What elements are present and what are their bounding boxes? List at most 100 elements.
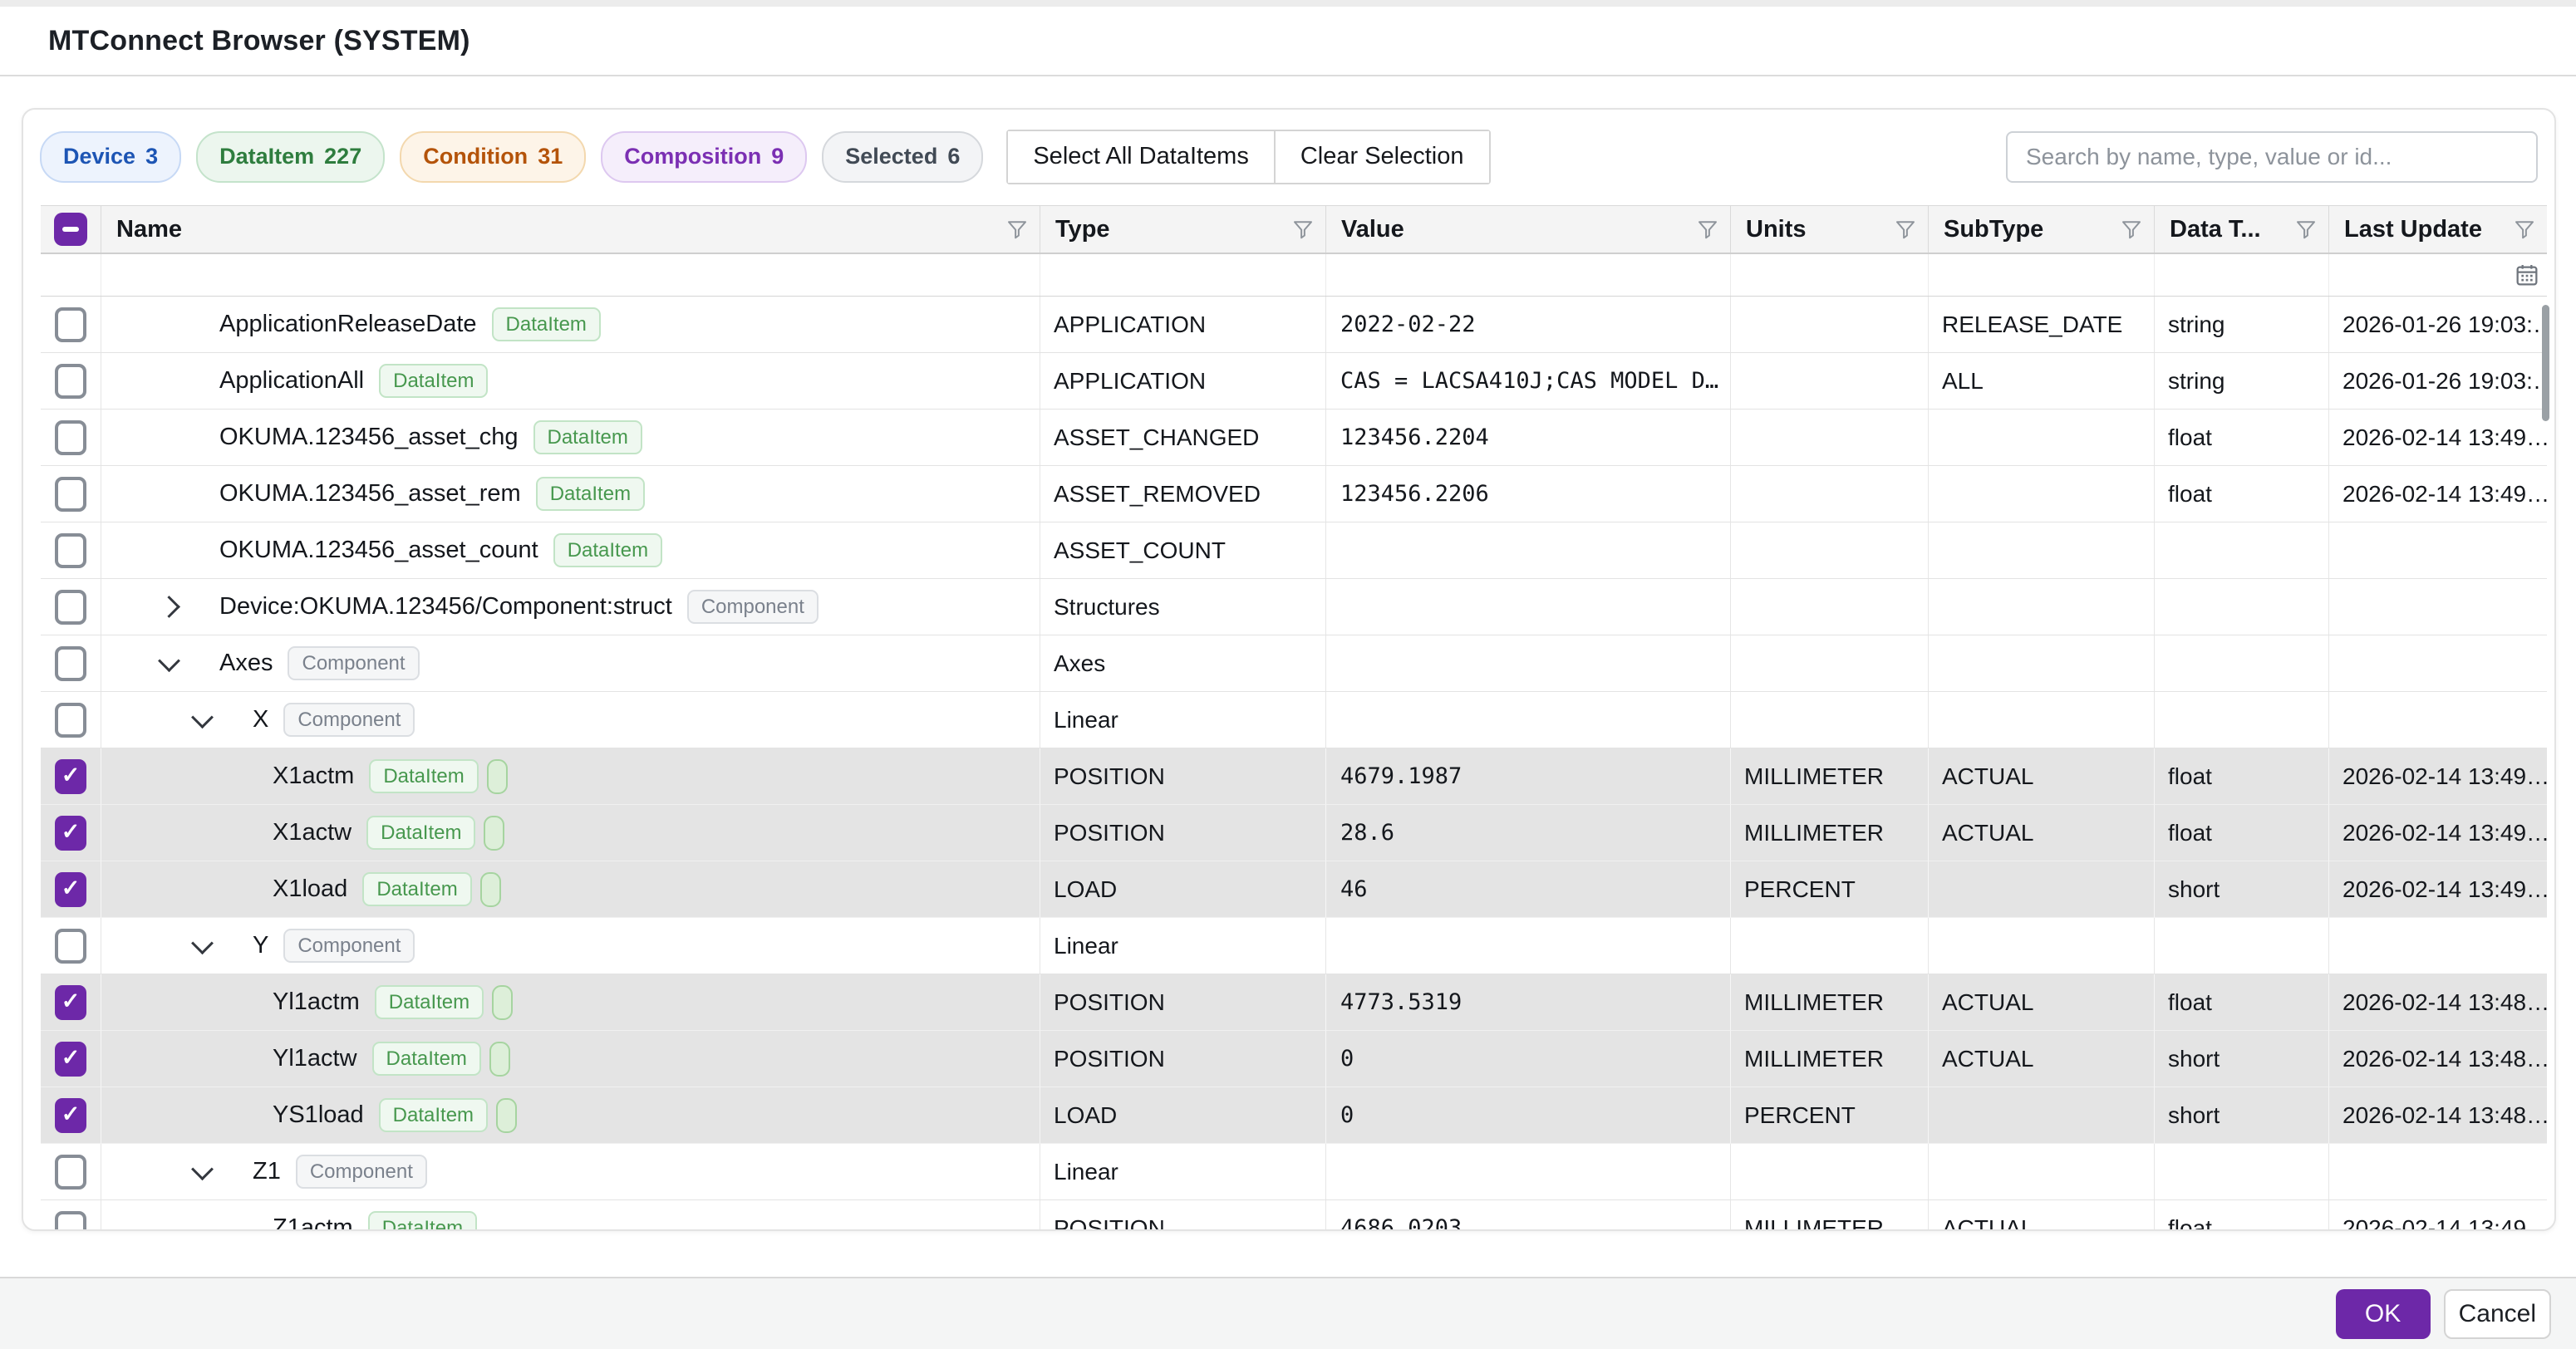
table-row: OKUMA.123456_asset_chg DataItem ASSET_CH… (41, 410, 2547, 466)
clear-selection-button[interactable]: Clear Selection (1276, 131, 1489, 183)
row-checkbox[interactable]: ✓ (55, 1098, 86, 1133)
selection-button-group: Select All DataItems Clear Selection (1006, 130, 1490, 184)
page-title: MTConnect Browser (SYSTEM) (0, 25, 470, 57)
name-cell: Axes Component (101, 635, 1040, 692)
dataitem-table: Name Type Value Units SubType (41, 205, 2547, 1229)
item-name: YS1load (273, 1101, 364, 1129)
value-cell: 4686.0203 (1326, 1200, 1731, 1229)
filter-funnel-icon[interactable] (1005, 217, 1030, 242)
vertical-scrollbar-thumb[interactable] (2542, 305, 2549, 421)
filter-funnel-icon[interactable] (2512, 217, 2537, 242)
tree-toggle[interactable] (193, 712, 253, 728)
item-name: Y (253, 932, 268, 959)
mini-green-tag (484, 816, 504, 851)
item-name: ApplicationAll (219, 367, 364, 395)
row-checkbox[interactable] (55, 364, 86, 399)
type-cell: POSITION (1040, 974, 1326, 1031)
name-cell: OKUMA.123456_asset_count DataItem (101, 522, 1040, 579)
filter-funnel-icon[interactable] (1290, 217, 1315, 242)
row-checkbox-cell (41, 297, 101, 353)
name-cell: Z1 Component (101, 1144, 1040, 1200)
filter-pill-dataitem[interactable]: DataItem 227 (196, 131, 385, 183)
filter-cell[interactable] (41, 254, 101, 296)
select-all-checkbox[interactable] (54, 213, 87, 246)
type-cell: APPLICATION (1040, 297, 1326, 353)
item-name: Yl1actm (273, 988, 360, 1016)
row-checkbox[interactable] (55, 1155, 86, 1190)
item-name: Z1actm (273, 1214, 353, 1229)
name-cell: OKUMA.123456_asset_rem DataItem (101, 466, 1040, 522)
item-name: X1load (273, 876, 347, 903)
filter-cell-units[interactable] (1731, 254, 1929, 296)
search-input[interactable] (2006, 131, 2538, 183)
row-checkbox[interactable]: ✓ (55, 985, 86, 1020)
pill-label: Composition (624, 144, 761, 169)
value-cell: 46 (1326, 861, 1731, 918)
category-badge: DataItem (492, 307, 601, 342)
table-row: ✓ Yl1actw DataItem POSITION 0 MILLIMETER… (41, 1031, 2547, 1087)
row-checkbox[interactable] (55, 929, 86, 964)
row-checkbox[interactable]: ✓ (55, 759, 86, 794)
category-badge: Component (283, 929, 415, 964)
lastupdate-cell: 2026-02-14 13:48… (2329, 1031, 2547, 1087)
filter-cell-datatype[interactable] (2155, 254, 2329, 296)
row-checkbox[interactable] (55, 646, 86, 681)
lastupdate-cell: 2026-02-14 13:49… (2329, 1200, 2547, 1229)
category-badge: DataItem (366, 816, 475, 851)
select-all-dataitems-button[interactable]: Select All DataItems (1008, 131, 1276, 183)
row-checkbox[interactable] (55, 703, 86, 738)
filter-funnel-icon[interactable] (2119, 217, 2144, 242)
row-checkbox[interactable] (55, 1211, 86, 1230)
filter-pill-composition[interactable]: Composition 9 (601, 131, 807, 183)
row-checkbox-cell (41, 1144, 101, 1200)
row-checkbox[interactable]: ✓ (55, 816, 86, 851)
filter-pill-selected[interactable]: Selected 6 (822, 131, 983, 183)
lastupdate-cell: 2026-02-14 13:49… (2329, 805, 2547, 861)
header-cell-checkbox (41, 206, 101, 253)
datatype-cell: float (2155, 748, 2329, 805)
tree-toggle[interactable] (160, 599, 219, 615)
name-cell: Device:OKUMA.123456/Component:struct Com… (101, 579, 1040, 635)
value-cell: 0 (1326, 1031, 1731, 1087)
filter-funnel-icon[interactable] (1893, 217, 1918, 242)
lastupdate-cell (2329, 579, 2547, 635)
row-checkbox[interactable]: ✓ (55, 1042, 86, 1077)
title-bar: MTConnect Browser (SYSTEM) (0, 7, 2576, 76)
filter-funnel-icon[interactable] (1695, 217, 1720, 242)
tree-toggle[interactable] (160, 655, 219, 671)
filter-pill-condition[interactable]: Condition 31 (400, 131, 586, 183)
filter-cell-name[interactable] (101, 254, 1040, 296)
subtype-cell (1929, 579, 2155, 635)
filter-funnel-icon[interactable] (2293, 217, 2318, 242)
filter-cell-subtype[interactable] (1929, 254, 2155, 296)
subtype-cell: ACTUAL (1929, 1031, 2155, 1087)
dialog-footer: OK Cancel (0, 1277, 2576, 1349)
value-cell (1326, 918, 1731, 974)
column-label: Last Update (2344, 216, 2512, 243)
subtype-cell (1929, 1144, 2155, 1200)
row-checkbox[interactable]: ✓ (55, 872, 86, 907)
filter-cell-value[interactable] (1326, 254, 1731, 296)
row-checkbox[interactable] (55, 477, 86, 512)
row-checkbox[interactable] (55, 590, 86, 625)
mini-green-tag (480, 872, 501, 907)
lastupdate-cell: 2026-02-14 13:49… (2329, 466, 2547, 522)
item-name: OKUMA.123456_asset_chg (219, 424, 519, 451)
ok-button[interactable]: OK (2336, 1289, 2431, 1339)
calendar-icon[interactable] (2514, 262, 2540, 288)
row-checkbox[interactable] (55, 307, 86, 342)
tree-toggle[interactable] (193, 1164, 253, 1180)
type-cell: Linear (1040, 692, 1326, 748)
table-body: ApplicationReleaseDate DataItem APPLICAT… (41, 297, 2547, 1229)
filter-pill-device[interactable]: Device 3 (40, 131, 181, 183)
filter-cell-lastupdate[interactable] (2329, 254, 2547, 296)
cancel-button[interactable]: Cancel (2444, 1289, 2551, 1339)
units-cell (1731, 353, 1929, 410)
tree-toggle[interactable] (193, 938, 253, 954)
units-cell: PERCENT (1731, 861, 1929, 918)
units-cell: PERCENT (1731, 1087, 1929, 1144)
mini-green-tag (496, 1098, 517, 1133)
row-checkbox[interactable] (55, 533, 86, 568)
filter-cell-type[interactable] (1040, 254, 1326, 296)
row-checkbox[interactable] (55, 420, 86, 455)
